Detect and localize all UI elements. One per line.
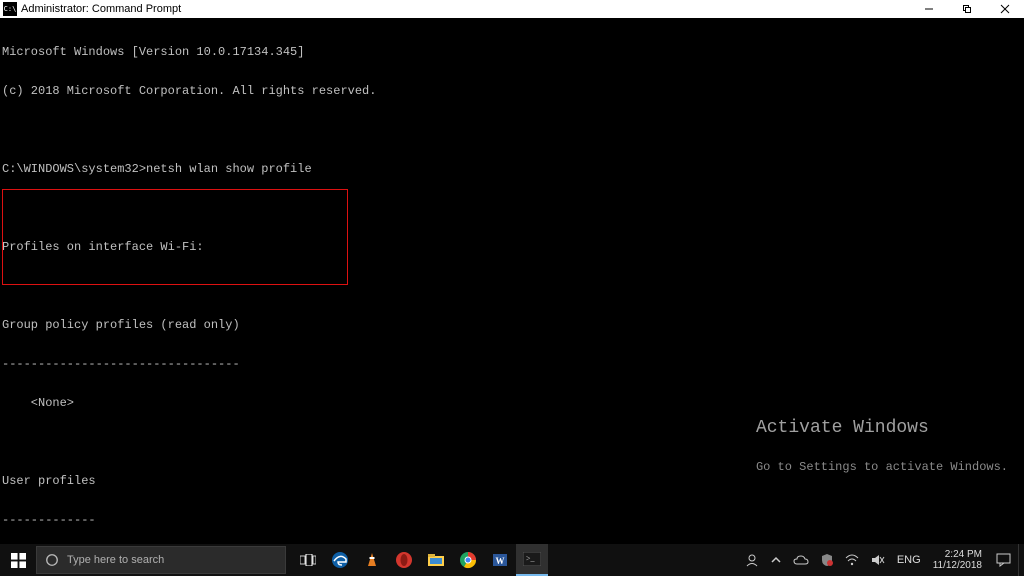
output-gpo-heading: Group policy profiles (read only): [2, 319, 1024, 332]
watermark-sub: Go to Settings to activate Windows.: [756, 461, 1008, 474]
task-view-button[interactable]: [292, 544, 324, 576]
start-button[interactable]: [0, 544, 36, 576]
tray-people[interactable]: [739, 544, 765, 576]
word-icon: W: [491, 551, 509, 569]
tray-security[interactable]: [815, 544, 839, 576]
tray-overflow[interactable]: [765, 544, 787, 576]
notification-icon: [996, 553, 1011, 567]
folder-icon: [427, 552, 445, 568]
svg-text:W: W: [496, 556, 505, 566]
taskbar-app-edge[interactable]: [324, 544, 356, 576]
window-title: Administrator: Command Prompt: [21, 3, 181, 15]
svg-text:>_: >_: [526, 554, 536, 563]
show-desktop-button[interactable]: [1018, 544, 1024, 576]
titlebar: C:\ Administrator: Command Prompt: [0, 0, 1024, 18]
maximize-button[interactable]: [948, 0, 986, 18]
activate-windows-watermark: Activate Windows Go to Settings to activ…: [756, 396, 1008, 500]
taskbar-search[interactable]: Type here to search: [36, 546, 286, 574]
cloud-icon: [793, 554, 809, 566]
edge-icon: [330, 550, 350, 570]
tray-language[interactable]: ENG: [891, 544, 927, 576]
output-interface-heading: Profiles on interface Wi-Fi:: [2, 241, 1024, 254]
volume-muted-icon: [871, 554, 885, 566]
close-button[interactable]: [986, 0, 1024, 18]
tray-volume[interactable]: [865, 544, 891, 576]
shield-icon: [821, 553, 833, 567]
search-placeholder: Type here to search: [67, 554, 164, 566]
cmd-icon: C:\: [3, 2, 17, 16]
taskbar-app-explorer[interactable]: [420, 544, 452, 576]
taskbar-app-chrome[interactable]: [452, 544, 484, 576]
taskbar: Type here to search W >_: [0, 544, 1024, 576]
tray-clock[interactable]: 2:24 PM 11/12/2018: [927, 549, 988, 571]
console-copyright: (c) 2018 Microsoft Corporation. All righ…: [2, 85, 1024, 98]
taskbar-app-word[interactable]: W: [484, 544, 516, 576]
people-icon: [745, 553, 759, 567]
cmd-window: C:\ Administrator: Command Prompt Micros…: [0, 0, 1024, 576]
taskbar-app-opera[interactable]: [388, 544, 420, 576]
opera-icon: [395, 551, 413, 569]
terminal-icon: >_: [523, 552, 541, 566]
tray-onedrive[interactable]: [787, 544, 815, 576]
windows-icon: [11, 553, 26, 568]
clock-date: 11/12/2018: [933, 560, 982, 571]
output-rule: -------------: [2, 514, 1024, 527]
watermark-heading: Activate Windows: [756, 422, 1008, 435]
prompt-path: C:\WINDOWS\system32>: [2, 162, 146, 176]
taskbar-app-cmd[interactable]: >_: [516, 544, 548, 576]
minimize-button[interactable]: [910, 0, 948, 18]
taskbar-app-vlc[interactable]: [356, 544, 388, 576]
prompt-command: netsh wlan show profile: [146, 162, 312, 176]
clock-time: 2:24 PM: [945, 549, 982, 560]
console-prompt-line: C:\WINDOWS\system32>netsh wlan show prof…: [2, 163, 1024, 176]
vlc-icon: [363, 551, 381, 569]
chrome-icon: [459, 551, 477, 569]
wifi-icon: [845, 554, 859, 566]
action-center-button[interactable]: [988, 544, 1018, 576]
tray-network[interactable]: [839, 544, 865, 576]
system-tray: ENG 2:24 PM 11/12/2018: [739, 544, 1024, 576]
cortana-icon: [45, 553, 59, 567]
chevron-up-icon: [771, 555, 781, 565]
console-banner: Microsoft Windows [Version 10.0.17134.34…: [2, 46, 1024, 59]
console-area[interactable]: Microsoft Windows [Version 10.0.17134.34…: [0, 18, 1024, 544]
output-rule: ---------------------------------: [2, 358, 1024, 371]
